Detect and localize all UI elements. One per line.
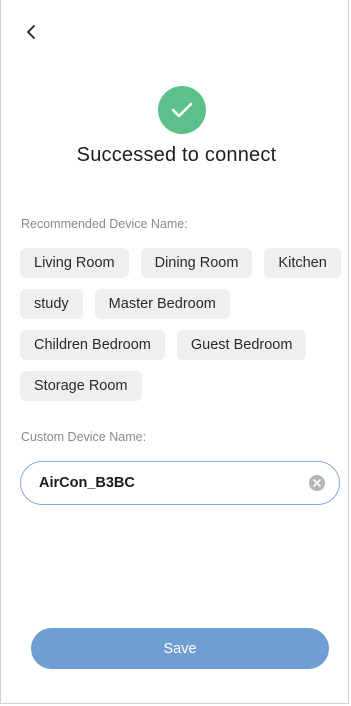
chip-study[interactable]: study — [20, 289, 83, 319]
chip-children-bedroom[interactable]: Children Bedroom — [20, 330, 165, 360]
screen: Successed to connect Recommended Device … — [0, 0, 349, 704]
chip-kitchen[interactable]: Kitchen — [264, 248, 341, 278]
chip-master-bedroom[interactable]: Master Bedroom — [94, 289, 230, 319]
save-button[interactable]: Save — [31, 628, 329, 669]
check-circle-icon — [158, 86, 206, 134]
recommended-label: Recommended Device Name: — [21, 217, 188, 231]
chip-storage-room[interactable]: Storage Room — [20, 371, 142, 401]
chevron-left-icon — [27, 25, 35, 39]
back-button[interactable] — [17, 18, 45, 46]
recommended-chip-list: Living Room Dining Room Kitchen study Ma… — [20, 248, 345, 401]
custom-label: Custom Device Name: — [21, 430, 147, 444]
clear-icon — [313, 479, 321, 487]
chip-living-room[interactable]: Living Room — [20, 248, 129, 278]
device-name-input[interactable] — [39, 475, 309, 491]
chip-guest-bedroom[interactable]: Guest Bedroom — [176, 330, 307, 360]
chip-dining-room[interactable]: Dining Room — [140, 248, 253, 278]
page-title: Successed to connect — [76, 144, 277, 166]
device-name-field[interactable] — [20, 461, 340, 505]
clear-button[interactable] — [309, 475, 325, 491]
